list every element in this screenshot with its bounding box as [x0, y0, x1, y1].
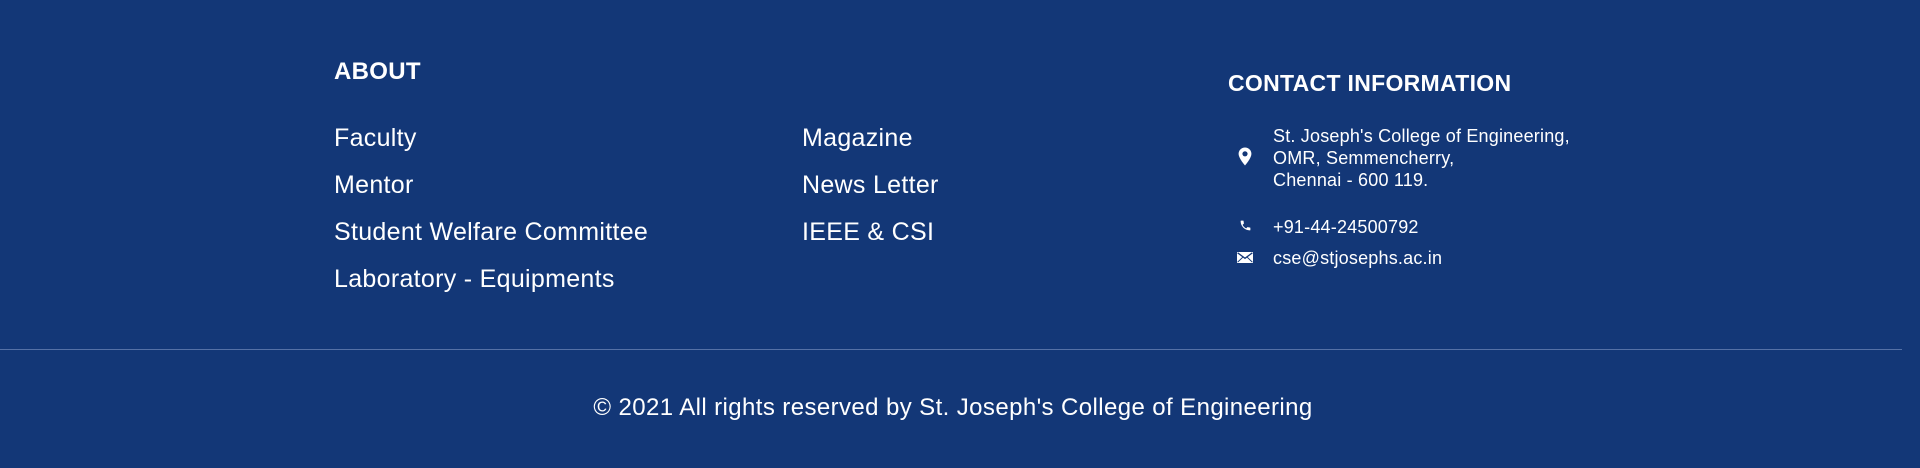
- footer-link-mentor[interactable]: Mentor: [334, 167, 648, 214]
- location-pin-icon: [1228, 125, 1262, 166]
- footer-link-student-welfare-committee[interactable]: Student Welfare Committee: [334, 214, 648, 261]
- copyright-text: © 2021 All rights reserved by St. Joseph…: [593, 394, 1313, 421]
- contact-address: St. Joseph's College of Engineering, OMR…: [1228, 125, 1570, 191]
- address-text: St. Joseph's College of Engineering, OMR…: [1273, 125, 1570, 191]
- envelope-icon: [1228, 247, 1262, 263]
- contact-email: cse@stjosephs.ac.in: [1228, 247, 1442, 269]
- footer-link-faculty[interactable]: Faculty: [334, 120, 648, 167]
- about-links-column-2: Magazine News Letter IEEE & CSI: [802, 120, 939, 261]
- footer-link-news-letter[interactable]: News Letter: [802, 167, 939, 214]
- email-link[interactable]: cse@stjosephs.ac.in: [1273, 247, 1442, 269]
- footer-divider: [0, 349, 1902, 350]
- footer-link-magazine[interactable]: Magazine: [802, 120, 939, 167]
- contact-heading: CONTACT INFORMATION: [1228, 70, 1512, 96]
- about-links-column-1: Faculty Mentor Student Welfare Committee…: [334, 120, 648, 308]
- phone-number[interactable]: +91-44-24500792: [1273, 216, 1419, 238]
- site-footer: ABOUT Faculty Mentor Student Welfare Com…: [0, 0, 1920, 468]
- footer-link-ieee-csi[interactable]: IEEE & CSI: [802, 214, 939, 261]
- address-line-1: St. Joseph's College of Engineering,: [1273, 126, 1570, 146]
- about-heading: ABOUT: [334, 58, 421, 85]
- phone-icon: [1228, 216, 1262, 232]
- address-line-3: Chennai - 600 119.: [1273, 170, 1429, 190]
- contact-phone: +91-44-24500792: [1228, 216, 1419, 238]
- footer-link-laboratory-equipments[interactable]: Laboratory - Equipments: [334, 261, 648, 308]
- address-line-2: OMR, Semmencherry,: [1273, 148, 1455, 168]
